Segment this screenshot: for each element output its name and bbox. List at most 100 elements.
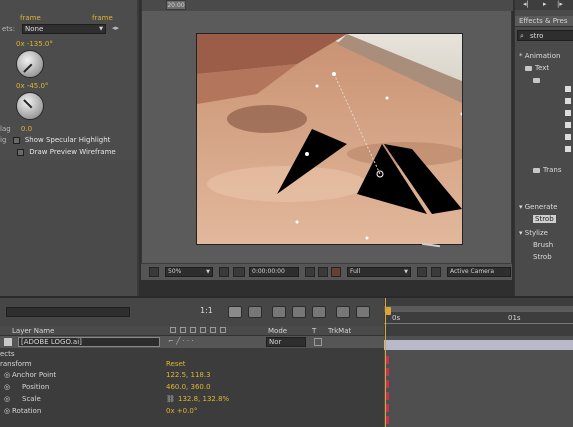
search-icon: ⌕: [520, 32, 524, 40]
draft-3d-icon[interactable]: [228, 306, 242, 318]
next-frame-icon[interactable]: |▸: [557, 0, 563, 8]
effects-search-input[interactable]: ⌕ stro: [517, 30, 573, 41]
zoom-dropdown[interactable]: 50% ▼: [165, 267, 213, 277]
region-of-interest-icon[interactable]: [149, 267, 159, 277]
composition-canvas[interactable]: [196, 33, 463, 245]
play-icon[interactable]: ▸: [543, 0, 547, 8]
switch-icon: [190, 327, 196, 333]
show-snapshot-icon[interactable]: [318, 267, 328, 277]
blend-dropdown[interactable]: None ▼: [22, 24, 106, 34]
effects-panel-tab[interactable]: Effects & Pres: [515, 16, 573, 27]
partial-label-1: frame: [20, 14, 41, 22]
safe-zones-icon[interactable]: [219, 267, 229, 277]
partial-label-2: frame: [92, 14, 113, 22]
playback-controls: ◂| ▸ |▸: [515, 0, 573, 10]
effect-controls-panel: frame frame ets: None ▼ ◂▸ 0x -135.0° 0x…: [0, 0, 139, 296]
timeline-column-header: Layer Name Mode T TrkMat: [0, 326, 384, 336]
resolution-dropdown[interactable]: Full ▼: [347, 267, 411, 277]
layer-name-field[interactable]: [ADOBE LOGO.ai]: [18, 337, 160, 347]
layer-mode-dropdown[interactable]: Nor: [266, 337, 306, 347]
timeline-track-area[interactable]: [384, 298, 573, 427]
specular-row[interactable]: ig Show Specular Highlight: [0, 136, 110, 144]
tree-generate-item[interactable]: Strob: [533, 215, 556, 223]
timecode-field[interactable]: 0:00:00:00: [249, 267, 299, 277]
chevron-down-icon: ▼: [404, 269, 408, 275]
timeline-search-input[interactable]: [6, 307, 130, 317]
scale-row: ◎ Scale ⛓ 132.8, 132.8%: [4, 395, 230, 403]
keyframe-marker[interactable]: [386, 392, 389, 400]
keyframe-marker[interactable]: [386, 416, 389, 424]
constrain-link-icon[interactable]: ⛓: [166, 395, 175, 403]
angle2-dial[interactable]: [16, 92, 44, 120]
graph-editor-icon[interactable]: [356, 306, 370, 318]
specular-checkbox[interactable]: [12, 136, 20, 144]
work-area-bar[interactable]: [384, 306, 573, 312]
switch-icon: [180, 327, 186, 333]
angle1-value[interactable]: 0x -135.0°: [16, 40, 53, 48]
rotation-row: ◎ Rotation 0x +0.0°: [4, 407, 198, 415]
folder-icon: [525, 65, 532, 71]
tree-text[interactable]: Text: [525, 64, 549, 72]
viewer-toolbar: 50% ▼ 0:00:00:00 Full ▼ Active Camera: [141, 263, 512, 280]
stopwatch-icon[interactable]: ◎: [4, 383, 10, 391]
blend-label: ets:: [2, 25, 16, 33]
tree-animation[interactable]: * Animation: [519, 52, 560, 60]
transparency-grid-icon[interactable]: [431, 267, 441, 277]
angle2-value[interactable]: 0x -45.0°: [16, 82, 48, 90]
wireframe-checkbox[interactable]: [17, 148, 24, 156]
composition-mini-flowchart-icon[interactable]: 1:1: [200, 306, 213, 315]
frame-blending-icon[interactable]: [272, 306, 286, 318]
preset-item-icons: [565, 86, 571, 158]
effects-presets-panel: ◂| ▸ |▸ Effects & Pres ⌕ stro * Animatio…: [514, 0, 573, 296]
composition-viewer: 20:00: [141, 0, 513, 280]
switch-icon: [220, 327, 226, 333]
motion-blur-icon[interactable]: [292, 306, 306, 318]
stopwatch-icon[interactable]: ◎: [4, 395, 10, 403]
folder-icon: [533, 77, 540, 83]
tree-generate[interactable]: ▾ Generate: [519, 203, 557, 211]
ruler-mark-1: 01s: [508, 314, 521, 322]
anchor-point-row: ◎ Anchor Point 122.5, 118.3: [4, 371, 211, 379]
tree-transitions[interactable]: Trans: [533, 166, 562, 174]
fast-previews-icon[interactable]: [417, 267, 427, 277]
preserve-transparency-checkbox[interactable]: [314, 338, 322, 346]
tree-stylize-item-1[interactable]: Brush: [533, 241, 553, 249]
switch-icon: [200, 327, 206, 333]
stopwatch-icon[interactable]: ◎: [4, 407, 10, 415]
shy-layers-icon[interactable]: [248, 306, 262, 318]
keyframe-marker[interactable]: [386, 356, 389, 364]
snapshot-icon[interactable]: [305, 267, 315, 277]
layer-row[interactable]: [ADOBE LOGO.ai] ⌐ ╱ · · · Nor: [0, 336, 384, 348]
wireframe-row[interactable]: Draw Preview Wireframe: [17, 148, 116, 156]
time-ruler[interactable]: 0s 01s: [384, 298, 573, 336]
current-time-indicator[interactable]: [386, 307, 391, 315]
keyframe-marker[interactable]: [386, 404, 389, 412]
viewer-tab[interactable]: 20:00: [166, 0, 186, 10]
auto-keyframe-icon[interactable]: [336, 306, 350, 318]
stopwatch-icon[interactable]: ◎: [4, 371, 10, 379]
beach-scene-image: [197, 34, 462, 244]
grid-icon[interactable]: [233, 267, 245, 277]
layer-duration-bar[interactable]: [384, 340, 573, 350]
tree-preset-folder[interactable]: [533, 76, 543, 84]
stepper-arrows-icon[interactable]: ◂▸: [112, 24, 119, 32]
layer-switches[interactable]: ⌐ ╱ · · ·: [168, 337, 194, 345]
keyframe-marker[interactable]: [386, 380, 389, 388]
camera-dropdown[interactable]: Active Camera: [447, 267, 511, 277]
previous-frame-icon[interactable]: ◂|: [523, 0, 529, 8]
channel-icon[interactable]: [331, 267, 341, 277]
folder-icon: [533, 167, 540, 173]
ruler-line: [384, 323, 573, 324]
empty-controls-area: [0, 160, 137, 296]
tree-stylize-item-2[interactable]: Strob: [533, 253, 552, 261]
layer-label-color[interactable]: [4, 338, 12, 346]
magnification-row: lag 0.0: [0, 125, 33, 133]
chevron-down-icon: ▼: [99, 26, 103, 32]
angle1-dial[interactable]: [16, 50, 44, 78]
tree-stylize[interactable]: ▾ Stylize: [519, 229, 548, 237]
brainstorm-icon[interactable]: [312, 306, 326, 318]
switch-icon: [210, 327, 216, 333]
timeline-panel: 1:1 0s 01s Layer Name Mode T TrkMat [ADO…: [0, 296, 573, 427]
keyframe-marker[interactable]: [386, 368, 389, 376]
position-row: ◎ Position 460.0, 360.0: [4, 383, 211, 391]
